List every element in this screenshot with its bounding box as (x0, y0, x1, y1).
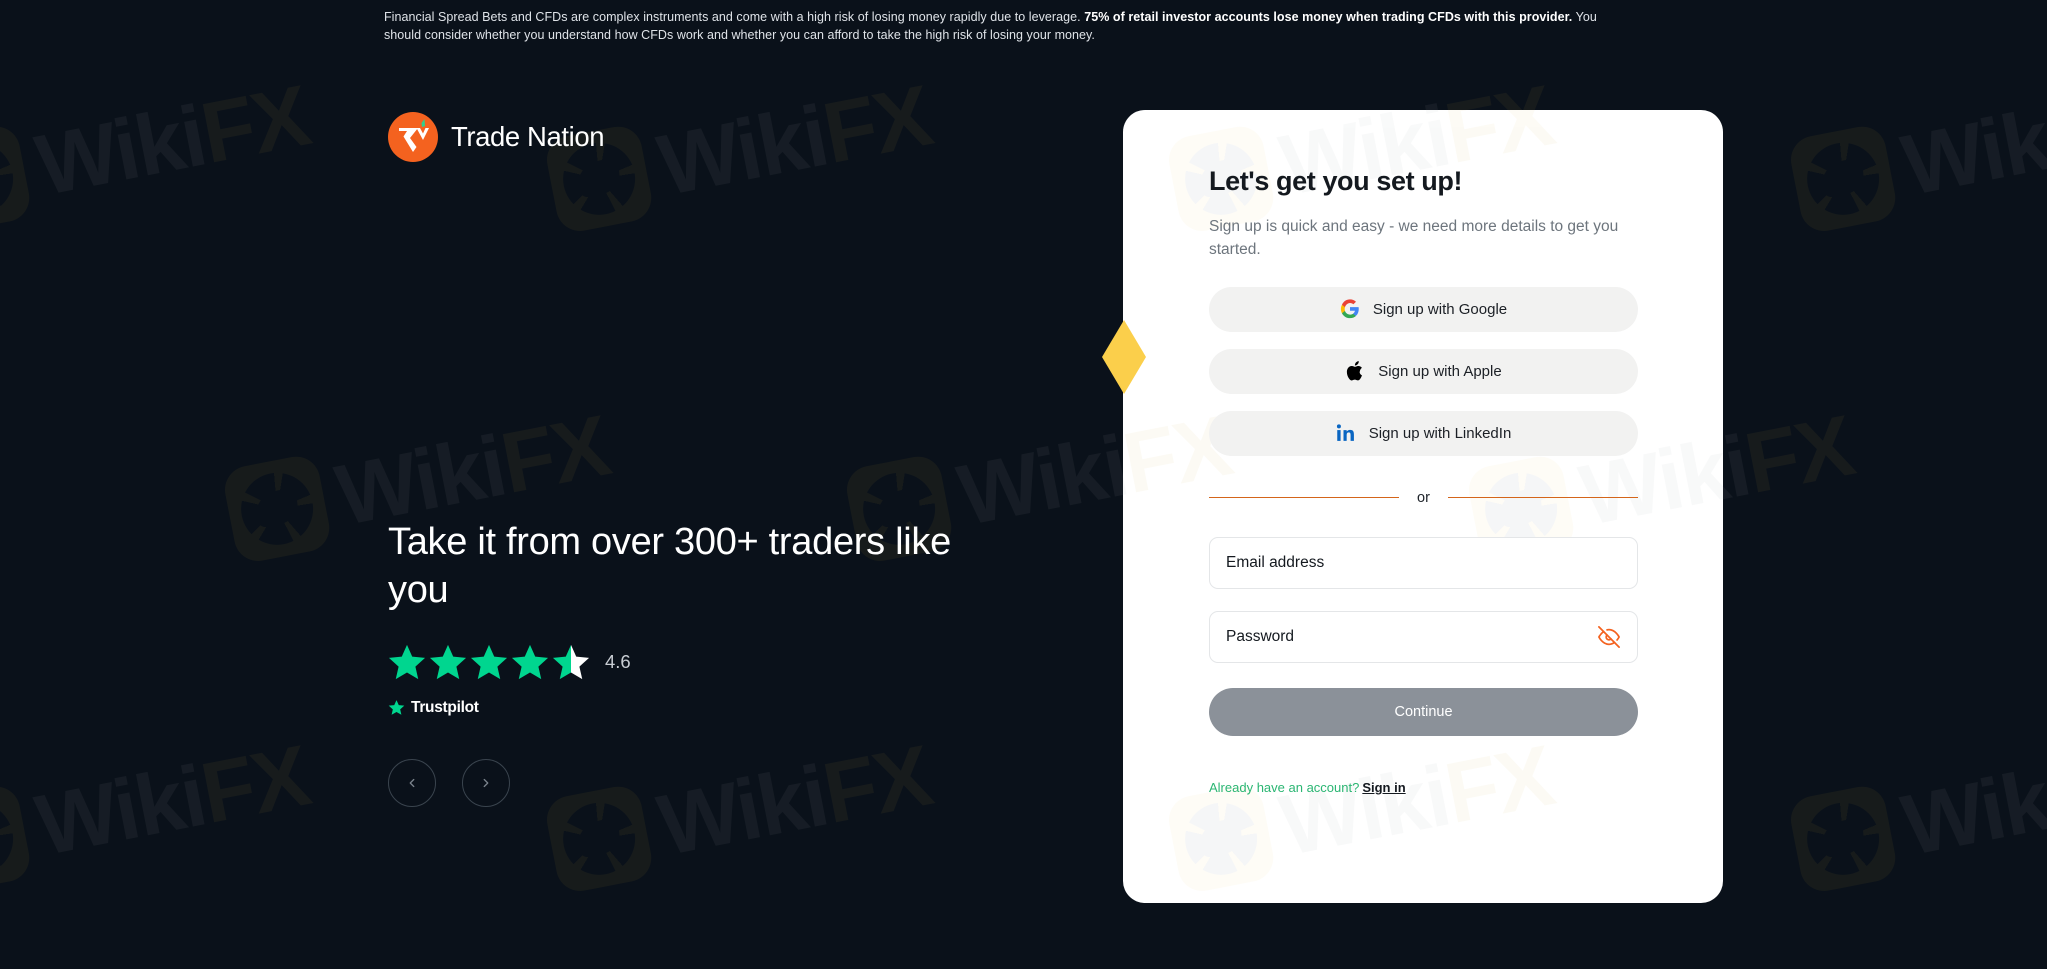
signup-subtitle: Sign up is quick and easy - we need more… (1209, 218, 1619, 258)
carousel-controls (388, 758, 958, 807)
star-icon (511, 644, 549, 679)
wikifx-watermark-text: WikiFX (28, 67, 317, 215)
wikifx-watermark-text: WikiFX (28, 727, 317, 875)
wikifx-watermark-text: WikiFX (1894, 87, 2047, 215)
or-label: or (1417, 489, 1430, 506)
wikifx-badge-icon (1786, 122, 1900, 236)
disclaimer-text-part1: Financial Spread Bets and CFDs are compl… (384, 10, 1085, 24)
wikifx-watermark-text: WikiFX (650, 67, 939, 215)
wikifx-badge-icon (1786, 782, 1900, 896)
wikifx-watermark-text: WikiFX (1894, 747, 2047, 875)
chevron-left-icon (409, 778, 415, 787)
star-icon (470, 644, 508, 679)
toggle-password-visibility-button[interactable] (1597, 625, 1621, 649)
trustpilot-label: Trustpilot (411, 698, 479, 716)
risk-disclaimer: Financial Spread Bets and CFDs are compl… (384, 8, 1634, 45)
signin-prompt: Already have an account? (1209, 779, 1360, 795)
watermark-layer: WikiFXWikiFXWikiFXWikiFXWikiFXWikiFXWiki… (0, 0, 2047, 969)
brand-name: Trade Nation (451, 121, 605, 152)
disclaimer-text-bold: 75% of retail investor accounts lose mon… (1084, 10, 1573, 24)
carousel-next-button[interactable] (462, 758, 510, 807)
star-icon (429, 644, 467, 679)
signup-title: Let's get you set up! (1209, 166, 1463, 196)
signup-card: WikiFXWikiFXWikiFXWikiFXWikiFXWikiFXWiki… (1123, 110, 1723, 903)
signup-with-linkedin-button[interactable]: Sign up with LinkedIn (1209, 410, 1638, 456)
brand-logo[interactable]: Trade Nation (388, 112, 605, 162)
wikifx-watermark: WikiFX (1786, 68, 2047, 236)
star-rating (388, 643, 590, 681)
wikifx-watermark: WikiFX (1786, 728, 2047, 896)
email-field[interactable] (1209, 536, 1638, 589)
linkedin-icon (1336, 423, 1357, 444)
trustpilot-star-icon (388, 700, 405, 715)
wikifx-badge-icon (1164, 782, 1278, 896)
carousel-prev-button[interactable] (388, 758, 436, 807)
eye-off-icon (1598, 625, 1620, 648)
signin-row: Already have an account? Sign in (1209, 780, 1638, 795)
continue-button[interactable]: Continue (1209, 687, 1638, 736)
trustpilot-logo: Trustpilot (388, 699, 958, 717)
star-icon (388, 644, 426, 679)
hero-section: Take it from over 300+ traders like you … (388, 518, 958, 807)
signup-with-linkedin-label: Sign up with LinkedIn (1368, 424, 1512, 442)
hero-title: Take it from over 300+ traders like you (388, 521, 951, 612)
password-input[interactable] (1226, 627, 1597, 646)
rating-score: 4.6 (605, 650, 631, 672)
wikifx-watermark: WikiFX (0, 727, 317, 896)
signup-with-google-button[interactable]: Sign up with Google (1209, 286, 1638, 332)
divider-line-left (1209, 497, 1400, 499)
signin-link[interactable]: Sign in (1362, 780, 1405, 795)
signup-with-apple-label: Sign up with Apple (1378, 362, 1502, 380)
trade-nation-logo-icon (388, 112, 438, 162)
signup-with-google-label: Sign up with Google (1372, 300, 1508, 318)
signup-with-apple-button[interactable]: Sign up with Apple (1209, 348, 1638, 394)
chevron-right-icon (483, 778, 489, 787)
or-divider: or (1209, 490, 1638, 506)
divider-line-right (1447, 497, 1638, 499)
wikifx-badge-icon (220, 452, 334, 566)
apple-icon (1345, 361, 1366, 382)
rating-row: 4.6 (388, 643, 958, 681)
password-field[interactable] (1209, 610, 1638, 663)
email-input[interactable] (1226, 553, 1621, 572)
google-icon (1340, 299, 1361, 320)
wikifx-badge-icon (0, 122, 34, 236)
star-icon (552, 644, 590, 679)
wikifx-watermark: WikiFX (0, 67, 317, 236)
wikifx-badge-icon (0, 782, 34, 896)
